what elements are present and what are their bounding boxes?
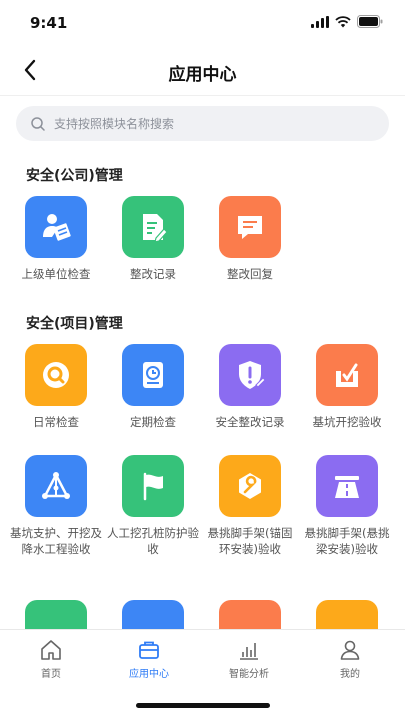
user-icon <box>340 640 360 660</box>
app-item-pit-support-acceptance[interactable]: 基坑支护、开挖及降水工程验收 <box>8 455 104 557</box>
person-edit-icon <box>25 196 87 258</box>
app-item-excavation-acceptance[interactable]: 基坑开挖验收 <box>299 344 395 430</box>
battery-icon <box>357 15 383 28</box>
clock-book-icon <box>122 344 184 406</box>
status-time: 9:41 <box>30 14 68 32</box>
app-item-scaffold-beam-acceptance[interactable]: 悬挑脚手架(悬挑梁安装)验收 <box>299 455 395 557</box>
wifi-icon <box>335 15 351 27</box>
tab-label: 我的 <box>340 669 360 680</box>
app-item-safety-rectification[interactable]: 安全整改记录 <box>202 344 298 430</box>
app-item-pile-protection-acceptance[interactable]: 人工挖孔桩防护验收 <box>105 455 201 557</box>
home-icon <box>41 640 61 660</box>
app-item-rectification-record[interactable]: 整改记录 <box>105 196 201 282</box>
app-label: 安全整改记录 <box>215 415 285 429</box>
search-circle-icon <box>25 344 87 406</box>
tab-label: 应用中心 <box>129 669 169 680</box>
app-label: 定期检查 <box>130 415 176 429</box>
bar-chart-icon <box>240 643 258 660</box>
document-edit-icon <box>122 196 184 258</box>
app-label: 人工挖孔桩防护验收 <box>107 526 199 556</box>
navigation-bar: 应用中心 <box>0 44 405 96</box>
tab-app-center[interactable]: 应用中心 <box>109 638 189 680</box>
tab-label: 智能分析 <box>229 669 269 680</box>
section-title-company: 安全(公司)管理 <box>26 168 123 184</box>
flag-icon <box>122 455 184 517</box>
tab-mine[interactable]: 我的 <box>310 638 390 680</box>
search-bar[interactable] <box>16 106 389 141</box>
app-label: 基坑支护、开挖及降水工程验收 <box>10 526 102 556</box>
wrench-icon <box>219 455 281 517</box>
road-icon <box>316 455 378 517</box>
tab-smart-analysis[interactable]: 智能分析 <box>209 638 289 680</box>
tab-label: 首页 <box>41 669 61 680</box>
triangle-nodes-icon <box>25 455 87 517</box>
status-bar: 9:41 <box>0 0 405 44</box>
section-title-project: 安全(项目)管理 <box>26 316 123 332</box>
signal-icon <box>311 15 329 28</box>
app-item-daily-inspection[interactable]: 日常检查 <box>8 344 104 430</box>
tab-home[interactable]: 首页 <box>11 638 91 680</box>
app-label: 日常检查 <box>33 415 79 429</box>
status-icons <box>311 15 383 28</box>
home-indicator <box>136 703 270 708</box>
search-input[interactable] <box>54 116 354 131</box>
app-item-superior-inspection[interactable]: 上级单位检查 <box>8 196 104 282</box>
app-label: 基坑开挖验收 <box>312 415 382 429</box>
app-item-scaffold-anchor-acceptance[interactable]: 悬挑脚手架(锚固环安装)验收 <box>202 455 298 557</box>
page-title: 应用中心 <box>168 65 237 85</box>
app-item-periodic-inspection[interactable]: 定期检查 <box>105 344 201 430</box>
app-label: 上级单位检查 <box>21 267 91 281</box>
app-label: 悬挑脚手架(锚固环安装)验收 <box>207 526 293 556</box>
briefcase-icon <box>139 641 159 659</box>
message-icon <box>219 196 281 258</box>
shield-alert-icon <box>219 344 281 406</box>
app-label: 整改记录 <box>130 267 176 281</box>
app-item-rectification-reply[interactable]: 整改回复 <box>202 196 298 282</box>
search-icon <box>31 116 45 131</box>
excavation-icon <box>316 344 378 406</box>
app-label: 悬挑脚手架(悬挑梁安装)验收 <box>304 526 390 556</box>
app-label: 整改回复 <box>227 267 273 281</box>
